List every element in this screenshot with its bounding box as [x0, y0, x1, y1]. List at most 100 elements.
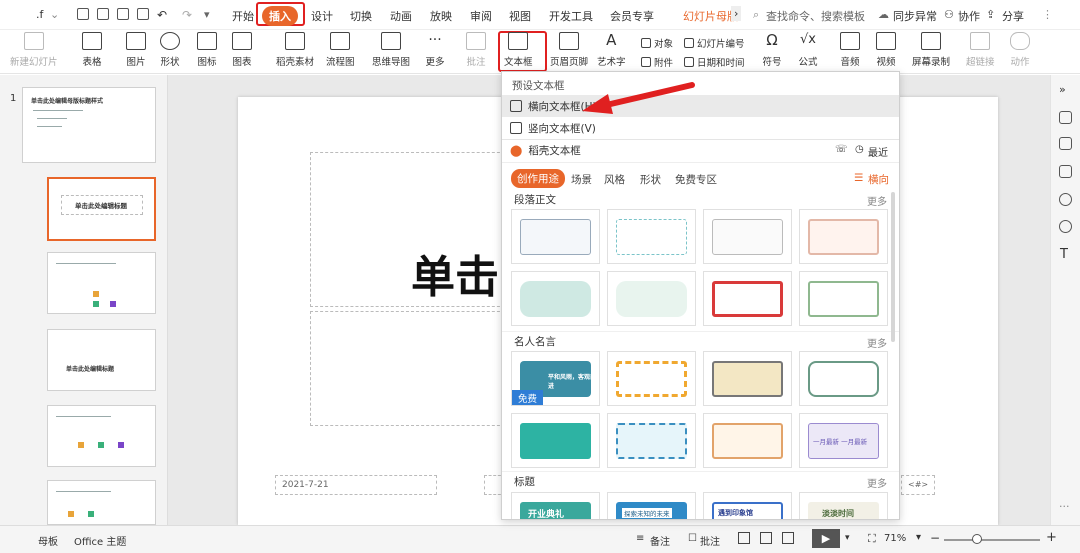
subtitle-placeholder[interactable]	[310, 311, 510, 426]
template-card[interactable]: 开业典礼	[511, 492, 600, 519]
number-placeholder[interactable]: <#>	[901, 475, 935, 495]
vertical-textbox-item[interactable]: 竖向文本框(V)	[502, 117, 899, 139]
zoom-dropdown-icon[interactable]: ▾	[916, 532, 921, 543]
tab-design[interactable]: 设计	[311, 8, 333, 24]
preview-icon[interactable]	[137, 8, 149, 20]
audio-button[interactable]: 音频	[840, 32, 860, 68]
title-placeholder[interactable]: 单击	[310, 152, 510, 307]
zoom-slider[interactable]	[944, 539, 1040, 541]
chat-icon[interactable]: ☏	[835, 144, 848, 155]
date-placeholder[interactable]: 2021-7-21	[275, 475, 437, 495]
tab-home[interactable]: 开始	[232, 8, 254, 24]
copy-icon[interactable]	[1059, 165, 1072, 178]
command-search[interactable]: 查找命令、搜索模板	[766, 8, 865, 24]
master-thumbnail[interactable]: 单击此处编辑母版标题样式	[22, 87, 156, 163]
layout-thumbnail[interactable]	[47, 480, 156, 525]
tab-member[interactable]: 会员专享	[610, 8, 654, 24]
template-card[interactable]	[799, 351, 888, 406]
template-card[interactable]: 淡淡时间	[799, 492, 888, 519]
play-dropdown-icon[interactable]: ▾	[845, 533, 850, 543]
tag-scene[interactable]: 场景	[571, 172, 592, 187]
formula-button[interactable]: √x 公式	[798, 32, 818, 68]
wordart-button[interactable]: A 艺术字	[597, 32, 626, 68]
dropdown-scrollbar[interactable]	[891, 192, 895, 342]
text-icon[interactable]: T	[1060, 247, 1068, 262]
tag-style[interactable]: 风格	[604, 172, 625, 187]
header-footer-button[interactable]: 页眉页脚	[550, 32, 588, 68]
property-icon[interactable]	[1059, 111, 1072, 124]
template-card[interactable]	[703, 209, 792, 264]
template-card[interactable]	[607, 209, 696, 264]
zoom-in-icon[interactable]: +	[1046, 530, 1057, 545]
export-icon[interactable]	[97, 8, 109, 20]
flowchart-button[interactable]: 流程图	[326, 32, 355, 68]
template-card[interactable]	[511, 209, 600, 264]
material-button[interactable]: 稻壳素材	[276, 32, 314, 68]
template-card[interactable]	[703, 271, 792, 326]
shape-button[interactable]: 形状	[160, 32, 180, 68]
video-button[interactable]: 视频	[876, 32, 896, 68]
share-button[interactable]: 分享	[1002, 8, 1024, 24]
more-link[interactable]: 更多	[867, 193, 887, 208]
reading-view-icon[interactable]	[782, 532, 794, 544]
picture-button[interactable]: 图片	[126, 32, 146, 68]
more-button[interactable]: ··· 更多	[425, 32, 445, 68]
chevron-down-icon[interactable]: ⌄	[50, 8, 59, 21]
template-card[interactable]	[607, 413, 696, 468]
recent-button[interactable]: 最近	[868, 144, 888, 159]
redo-icon[interactable]: ↷	[182, 8, 192, 22]
more-link[interactable]: 更多	[867, 335, 887, 350]
collab-button[interactable]: 协作	[958, 8, 980, 24]
zoom-out-icon[interactable]: −	[930, 531, 940, 545]
symbol-button[interactable]: Ω 符号	[762, 32, 782, 68]
template-card[interactable]: 探索未知的未来	[607, 492, 696, 519]
layout-thumbnail[interactable]	[47, 252, 156, 314]
more-icon[interactable]: ···	[1059, 500, 1070, 513]
tab-transition[interactable]: 切换	[350, 8, 372, 24]
zoom-slider-handle[interactable]	[972, 534, 982, 544]
template-card[interactable]: 平和风雨，客观前进 免费	[511, 351, 600, 406]
template-card[interactable]	[511, 413, 600, 468]
chart-button[interactable]: 图表	[232, 32, 252, 68]
slide-number-button[interactable]: 幻灯片编号	[684, 36, 745, 50]
comment-button[interactable]: 批注	[466, 32, 486, 68]
tab-developer[interactable]: 开发工具	[549, 8, 593, 24]
print-icon[interactable]	[117, 8, 129, 20]
help-icon[interactable]	[1059, 193, 1072, 206]
horizontal-textbox-item[interactable]: 横向文本框(H)	[502, 95, 899, 117]
tab-slide-master[interactable]: 幻灯片母版	[683, 8, 738, 24]
tag-usage[interactable]: 创作用途	[511, 169, 565, 188]
tab-view[interactable]: 视图	[509, 8, 531, 24]
fit-icon[interactable]: ⛶	[868, 532, 876, 546]
notes-button[interactable]: 备注	[650, 533, 670, 548]
sync-status[interactable]: 同步异常	[893, 8, 937, 24]
datetime-button[interactable]: 日期和时间	[684, 55, 745, 69]
expand-icon[interactable]: »	[1059, 83, 1066, 96]
template-card[interactable]	[799, 271, 888, 326]
tab-insert[interactable]: 插入	[262, 6, 298, 26]
file-menu-fragment[interactable]: .f	[36, 8, 43, 21]
bulb-icon[interactable]	[1059, 220, 1072, 233]
more-icon[interactable]: ⋮	[1042, 8, 1053, 21]
undo-icon[interactable]: ↶	[157, 8, 167, 22]
new-slide-button[interactable]: 新建幻灯片	[10, 32, 58, 68]
pin-icon[interactable]	[1059, 137, 1072, 150]
orientation-toggle[interactable]: 横向	[868, 172, 889, 187]
template-card[interactable]	[703, 351, 792, 406]
normal-view-icon[interactable]	[738, 532, 750, 544]
mindmap-button[interactable]: 思维导图	[372, 32, 410, 68]
template-card[interactable]: 一月最新 一月最新	[799, 413, 888, 468]
tag-free[interactable]: 免费专区	[675, 172, 717, 187]
save-icon[interactable]	[77, 8, 89, 20]
search-icon[interactable]: ⌕	[753, 8, 759, 22]
screen-record-button[interactable]: 屏幕录制	[912, 32, 950, 68]
table-button[interactable]: 表格	[82, 32, 102, 68]
tab-slideshow[interactable]: 放映	[430, 8, 452, 24]
tab-animation[interactable]: 动画	[390, 8, 412, 24]
template-card[interactable]	[607, 271, 696, 326]
template-card[interactable]	[511, 271, 600, 326]
template-card[interactable]	[799, 209, 888, 264]
hyperlink-button[interactable]: 超链接	[966, 32, 995, 68]
zoom-level[interactable]: 71%	[884, 533, 906, 544]
sorter-view-icon[interactable]	[760, 532, 772, 544]
